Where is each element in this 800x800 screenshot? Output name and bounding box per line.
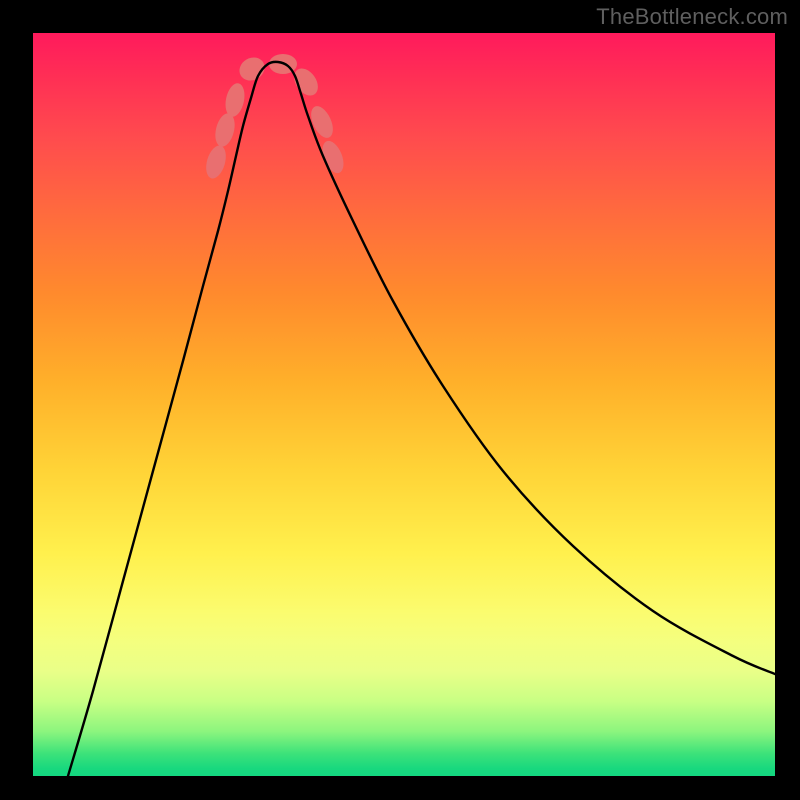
- curve-marker: [223, 82, 248, 119]
- chart-frame: TheBottleneck.com: [0, 0, 800, 800]
- bottleneck-curve: [68, 62, 775, 776]
- watermark-text: TheBottleneck.com: [596, 4, 788, 30]
- curve-marker: [203, 143, 230, 181]
- curve-marker: [212, 111, 238, 148]
- plot-area: [33, 33, 775, 776]
- chart-svg: [33, 33, 775, 776]
